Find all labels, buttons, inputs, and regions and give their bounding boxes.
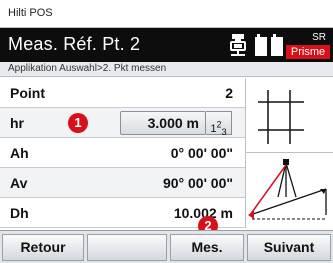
- grid-icon: [258, 90, 304, 144]
- value-point: 2: [225, 85, 233, 101]
- reflector-badge: SR Prisme: [286, 31, 330, 59]
- back-button[interactable]: Retour: [2, 234, 84, 261]
- app-title: Hilti POS: [8, 7, 53, 19]
- instrument-diagram: [246, 153, 333, 228]
- label-hr: hr: [10, 115, 24, 131]
- softkey-bar: Retour Mes. Suivant: [0, 230, 333, 263]
- instrument-screen: Hilti POS Meas. Réf. Pt. 2 SR Prisme App…: [0, 0, 333, 263]
- hr-input-value: 3.000 m: [147, 115, 199, 131]
- reflector-mode: SR: [312, 32, 326, 43]
- row-av: Av 90° 00' 00": [0, 168, 245, 198]
- reflector-type: Prisme: [286, 45, 330, 59]
- label-av: Av: [10, 175, 28, 191]
- header-bar: Meas. Réf. Pt. 2 SR Prisme: [0, 28, 333, 62]
- value-av: 90° 00' 00": [162, 175, 233, 191]
- screen-title: Meas. Réf. Pt. 2: [8, 34, 141, 54]
- label-ah: Ah: [10, 145, 29, 161]
- numeric-keypad-button[interactable]: 123: [206, 111, 232, 137]
- label-dh: Dh: [10, 205, 29, 221]
- survey-pole-icon: [225, 32, 251, 58]
- breadcrumb: Applikation Auswahl>2. Pkt messen: [0, 62, 333, 77]
- grid-diagram: [246, 78, 333, 153]
- row-hr: hr 1 3.000 m 123: [0, 108, 245, 138]
- step-marker-1: 1: [68, 113, 88, 133]
- label-point: Point: [10, 85, 45, 101]
- next-button[interactable]: Suivant: [247, 234, 331, 261]
- keypad-label: 123: [210, 119, 227, 137]
- measure-button[interactable]: Mes.: [170, 234, 244, 261]
- app-title-bar: Hilti POS: [0, 0, 333, 28]
- value-ah: 0° 00' 00": [170, 145, 233, 161]
- tripod-measurement-icon: [248, 159, 327, 220]
- breadcrumb-text: Applikation Auswahl>2. Pkt messen: [8, 63, 167, 74]
- hr-input[interactable]: 3.000 m: [120, 111, 206, 135]
- row-point: Point 2: [0, 78, 245, 108]
- empty-softkey[interactable]: [87, 234, 167, 261]
- row-ah: Ah 0° 00' 00": [0, 138, 245, 168]
- battery-icon: [254, 32, 284, 58]
- measurement-table: Point 2 hr 1 3.000 m 123 Ah 0° 00' 00" A…: [0, 78, 245, 228]
